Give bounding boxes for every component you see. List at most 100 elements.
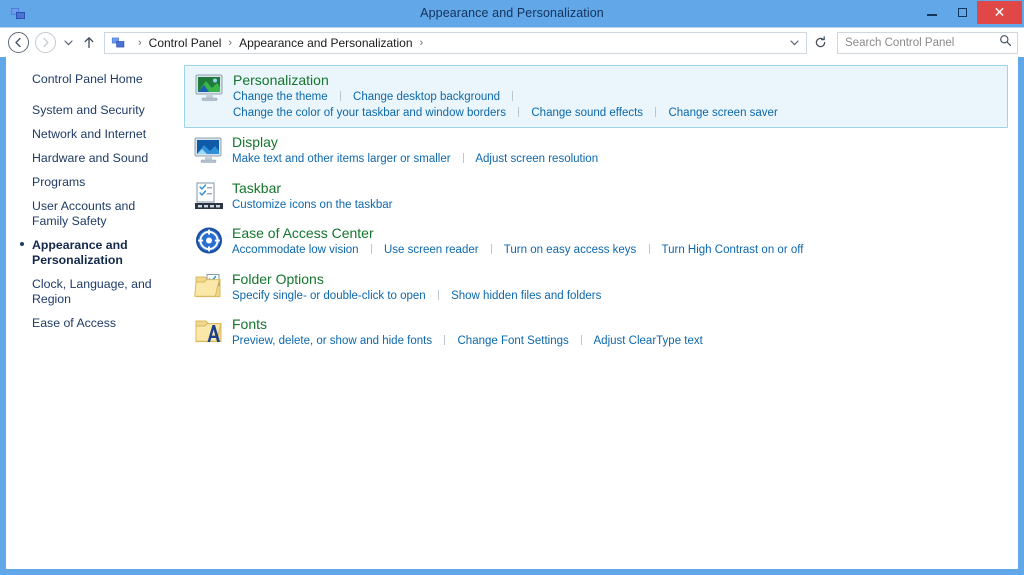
forward-button[interactable] <box>35 32 56 53</box>
link-change-screen-saver[interactable]: Change screen saver <box>668 107 777 119</box>
link-use-screen-reader[interactable]: Use screen reader <box>384 244 479 256</box>
category-title[interactable]: Display <box>232 134 278 151</box>
link-row: Specify single- or double-click to open … <box>232 289 998 305</box>
category-title[interactable]: Folder Options <box>232 271 324 288</box>
search-box[interactable] <box>837 32 1018 54</box>
link-change-font-settings[interactable]: Change Font Settings <box>458 335 569 347</box>
link-preview-delete-or-show-and-hide-fonts[interactable]: Preview, delete, or show and hide fonts <box>232 335 432 347</box>
link-change-the-theme[interactable]: Change the theme <box>233 91 328 103</box>
maximize-button[interactable] <box>947 1 977 23</box>
category-links: Customize icons on the taskbar <box>232 198 998 214</box>
ease-of-access-icon <box>192 224 226 258</box>
sidebar-item-ease-of-access[interactable]: Ease of Access <box>6 313 184 334</box>
category-links: Accommodate low vision Use screen reader… <box>232 243 998 259</box>
recent-locations-button[interactable] <box>59 32 77 54</box>
sidebar-item-label: Programs <box>32 175 85 189</box>
link-separator <box>518 107 519 117</box>
search-input[interactable] <box>845 37 999 49</box>
category-title[interactable]: Personalization <box>233 72 329 89</box>
sidebar-item-label: Appearance and Personalization <box>32 238 128 267</box>
folder-options-icon <box>192 270 226 304</box>
link-specify-single-or-double-click-to-open[interactable]: Specify single- or double-click to open <box>232 290 426 302</box>
link-adjust-cleartype-text[interactable]: Adjust ClearType text <box>594 335 703 347</box>
link-turn-on-easy-access-keys[interactable]: Turn on easy access keys <box>504 244 637 256</box>
link-separator <box>512 91 513 101</box>
breadcrumb-item-appearance-and-personalization[interactable]: Appearance and Personalization <box>239 36 412 50</box>
category-title[interactable]: Taskbar <box>232 180 281 197</box>
refresh-button[interactable] <box>809 32 831 54</box>
breadcrumb-separator: › <box>221 37 239 49</box>
category-folder-options[interactable]: Folder Options Specify single- or double… <box>184 265 1008 311</box>
window-controls: ✕ <box>917 0 1024 27</box>
link-change-the-color-of-your-taskbar-and-window-borders[interactable]: Change the color of your taskbar and win… <box>233 107 506 119</box>
category-body: Personalization Change the theme Change … <box>233 71 997 121</box>
bullet-icon <box>20 242 24 246</box>
category-body: Taskbar Customize icons on the taskbar <box>232 179 998 214</box>
sidebar-item-hardware-and-sound[interactable]: Hardware and Sound <box>6 148 184 169</box>
address-toolbar: › Control Panel › Appearance and Persona… <box>0 27 1024 57</box>
category-links: Change the theme Change desktop backgrou… <box>233 90 997 121</box>
link-change-desktop-background[interactable]: Change desktop background <box>353 91 500 103</box>
chevron-down-icon <box>790 40 799 46</box>
maximize-icon <box>958 8 967 17</box>
category-links: Preview, delete, or show and hide fonts … <box>232 334 998 350</box>
sidebar: Control Panel Home System and Security N… <box>6 57 184 569</box>
sidebar-item-control-panel-home[interactable]: Control Panel Home <box>6 69 184 90</box>
sidebar-item-label: Ease of Access <box>32 316 116 330</box>
display-monitor-icon <box>192 133 226 167</box>
link-separator <box>340 91 341 101</box>
close-button[interactable]: ✕ <box>977 1 1022 24</box>
sidebar-item-appearance-and-personalization[interactable]: Appearance and Personalization <box>6 235 184 271</box>
category-ease-of-access-center[interactable]: Ease of Access Center Accommodate low vi… <box>184 219 1008 265</box>
sidebar-item-label: System and Security <box>32 103 145 117</box>
forward-arrow-icon <box>40 37 51 48</box>
link-separator <box>649 244 650 254</box>
category-title[interactable]: Fonts <box>232 316 267 333</box>
address-dropdown-button[interactable] <box>786 38 802 48</box>
category-title[interactable]: Ease of Access Center <box>232 225 374 242</box>
breadcrumb-item-control-panel[interactable]: Control Panel <box>149 36 222 50</box>
sidebar-item-label: Hardware and Sound <box>32 151 148 165</box>
sidebar-item-system-and-security[interactable]: System and Security <box>6 100 184 121</box>
sidebar-item-network-and-internet[interactable]: Network and Internet <box>6 124 184 145</box>
taskbar-icon <box>192 179 226 213</box>
window-title: Appearance and Personalization <box>0 0 1024 27</box>
up-button[interactable] <box>79 32 99 54</box>
breadcrumb-separator: › <box>131 37 149 49</box>
link-accommodate-low-vision[interactable]: Accommodate low vision <box>232 244 359 256</box>
link-change-sound-effects[interactable]: Change sound effects <box>531 107 643 119</box>
sidebar-item-programs[interactable]: Programs <box>6 172 184 193</box>
sidebar-item-label: Clock, Language, and Region <box>32 277 152 306</box>
category-display[interactable]: Display Make text and other items larger… <box>184 128 1008 174</box>
link-make-text-and-other-items-larger-or-smaller[interactable]: Make text and other items larger or smal… <box>232 153 451 165</box>
up-arrow-icon <box>83 36 95 49</box>
link-row: Preview, delete, or show and hide fonts … <box>232 334 998 350</box>
fonts-folder-icon <box>192 315 226 349</box>
chevron-down-icon <box>64 40 73 46</box>
category-list: Personalization Change the theme Change … <box>184 57 1018 569</box>
search-icon[interactable] <box>999 34 1012 52</box>
breadcrumb[interactable]: › Control Panel › Appearance and Persona… <box>104 32 807 54</box>
window-body: Control Panel Home System and Security N… <box>0 57 1024 575</box>
category-fonts[interactable]: Fonts Preview, delete, or show and hide … <box>184 310 1008 356</box>
minimize-button[interactable] <box>917 1 947 23</box>
category-body: Ease of Access Center Accommodate low vi… <box>232 224 998 259</box>
link-adjust-screen-resolution[interactable]: Adjust screen resolution <box>475 153 598 165</box>
minimize-icon <box>927 14 937 16</box>
link-separator <box>444 335 445 345</box>
control-panel-icon <box>111 35 126 50</box>
title-bar: Appearance and Personalization ✕ <box>0 0 1024 27</box>
link-customize-icons-on-the-taskbar[interactable]: Customize icons on the taskbar <box>232 199 392 211</box>
category-body: Fonts Preview, delete, or show and hide … <box>232 315 998 350</box>
back-button[interactable] <box>8 32 29 53</box>
link-turn-high-contrast-on-or-off[interactable]: Turn High Contrast on or off <box>662 244 804 256</box>
sidebar-item-clock-language-and-region[interactable]: Clock, Language, and Region <box>6 274 184 310</box>
link-show-hidden-files-and-folders[interactable]: Show hidden files and folders <box>451 290 601 302</box>
link-row: Make text and other items larger or smal… <box>232 152 998 168</box>
link-separator <box>655 107 656 117</box>
category-body: Folder Options Specify single- or double… <box>232 270 998 305</box>
sidebar-item-user-accounts-and-family-safety[interactable]: User Accounts and Family Safety <box>6 196 184 232</box>
category-taskbar[interactable]: Taskbar Customize icons on the taskbar <box>184 174 1008 220</box>
category-personalization[interactable]: Personalization Change the theme Change … <box>184 65 1008 128</box>
close-icon: ✕ <box>994 4 1006 21</box>
